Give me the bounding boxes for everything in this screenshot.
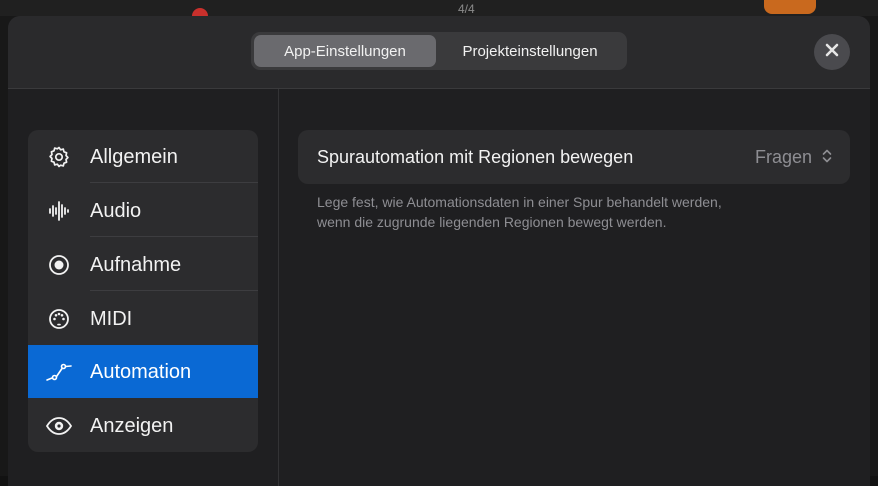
divider	[90, 182, 258, 183]
sidebar-item-aufnahme[interactable]: Aufnahme	[28, 238, 258, 291]
record-icon	[44, 252, 74, 278]
midi-icon	[44, 306, 74, 332]
sidebar-item-label: Allgemein	[90, 146, 178, 168]
settings-tab-control: App-Einstellungen Projekteinstellungen	[251, 32, 627, 70]
sidebar-item-automation[interactable]: Automation	[28, 345, 258, 398]
move-automation-setting-row[interactable]: Spurautomation mit Regionen bewegen Frag…	[298, 130, 850, 184]
sidebar-item-label: Automation	[90, 361, 192, 383]
sheet-header: App-Einstellungen Projekteinstellungen	[8, 16, 870, 89]
eye-icon	[44, 413, 74, 439]
description-line: wenn die zugrunde liegenden Regionen bew…	[317, 214, 667, 230]
settings-sheet: App-Einstellungen Projekteinstellungen A…	[8, 16, 870, 486]
setting-description: Lege fest, wie Automationsdaten in einer…	[317, 192, 837, 232]
sidebar-item-label: Audio	[90, 200, 142, 222]
setting-label: Spurautomation mit Regionen bewegen	[317, 147, 634, 167]
sidebar-area: Allgemein Audio Aufnahme MIDI Automation…	[8, 89, 279, 486]
tab-project-settings[interactable]: Projekteinstellungen	[436, 35, 624, 67]
time-signature-indicator: 4/4	[458, 2, 475, 16]
chevron-up-down-icon	[822, 148, 832, 169]
sidebar-item-allgemein[interactable]: Allgemein	[28, 130, 258, 183]
settings-sidebar: Allgemein Audio Aufnahme MIDI Automation…	[28, 130, 258, 452]
close-button[interactable]	[814, 34, 850, 70]
sidebar-item-label: MIDI	[90, 308, 133, 330]
background-orange-button	[764, 0, 816, 14]
tab-app-settings[interactable]: App-Einstellungen	[254, 35, 436, 67]
waveform-icon	[44, 198, 74, 224]
description-line: Lege fest, wie Automationsdaten in einer…	[317, 194, 722, 210]
background-toolbar	[0, 0, 878, 16]
setting-value-select[interactable]: Fragen	[755, 147, 812, 168]
sidebar-item-label: Aufnahme	[90, 254, 182, 276]
sidebar-item-label: Anzeigen	[90, 415, 174, 437]
close-icon	[824, 42, 840, 63]
sidebar-item-audio[interactable]: Audio	[28, 184, 258, 237]
gear-icon	[44, 144, 74, 170]
divider	[90, 236, 258, 237]
sidebar-item-midi[interactable]: MIDI	[28, 292, 258, 345]
divider	[90, 290, 258, 291]
sidebar-item-anzeigen[interactable]: Anzeigen	[28, 399, 258, 452]
automation-icon	[44, 359, 74, 385]
